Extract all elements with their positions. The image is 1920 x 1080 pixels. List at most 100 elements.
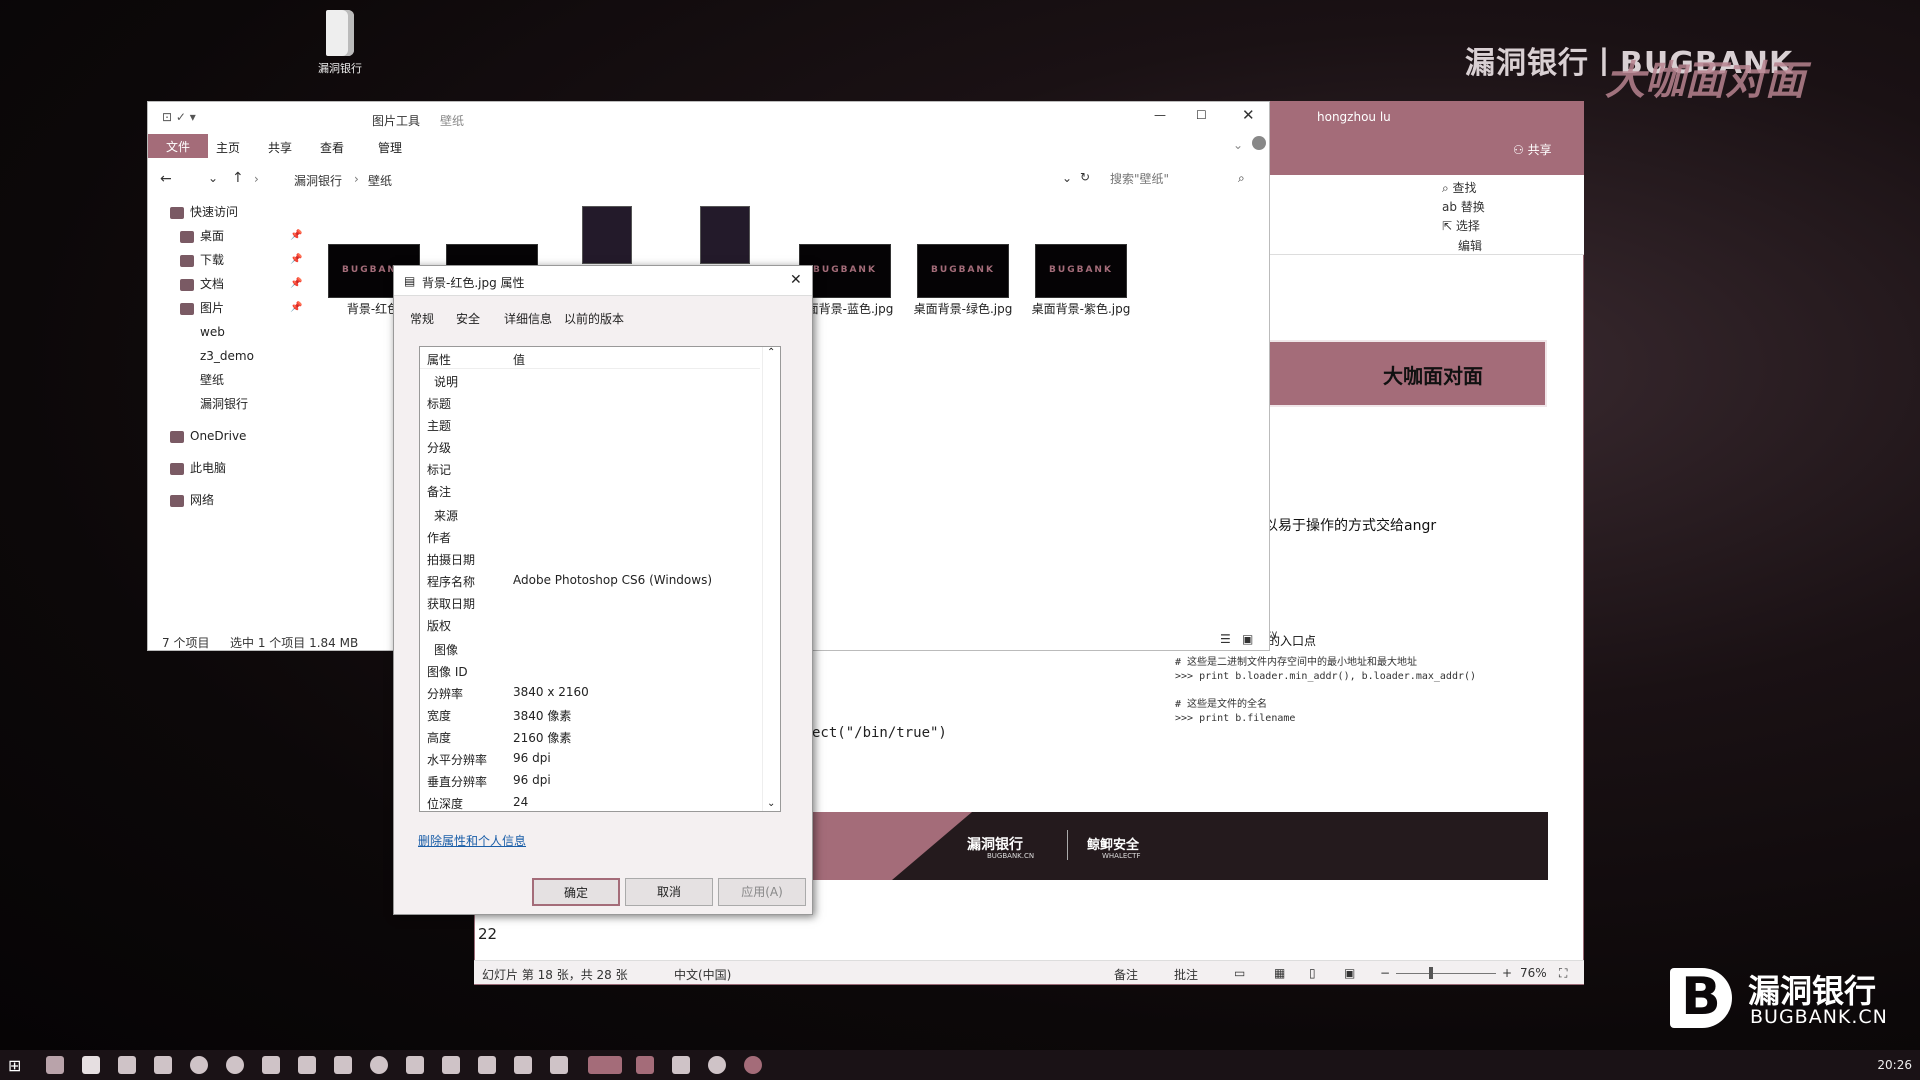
vertical-scrollbar[interactable]: ⌃ ⌄ bbox=[762, 347, 780, 811]
nav-this-pc[interactable]: 此电脑 bbox=[170, 458, 226, 478]
language-indicator[interactable]: 中文(中国) bbox=[674, 966, 731, 983]
property-row[interactable]: 拍摄日期 bbox=[420, 547, 760, 569]
illustrator-icon[interactable] bbox=[298, 1056, 316, 1074]
header-value[interactable]: 值 bbox=[513, 351, 525, 368]
notes-button[interactable]: 备注 bbox=[1114, 966, 1138, 983]
scroll-up-icon[interactable]: ⌃ bbox=[767, 347, 775, 358]
property-row[interactable]: 垂直分辨率 96 dpi bbox=[420, 769, 760, 791]
file-thumbnail[interactable] bbox=[700, 206, 750, 264]
property-row[interactable]: 作者 bbox=[420, 525, 760, 547]
app-icon[interactable] bbox=[708, 1056, 726, 1074]
app-icon[interactable] bbox=[334, 1056, 352, 1074]
ribbon-expand-icon[interactable]: ⌄ bbox=[1233, 138, 1243, 152]
share-button[interactable]: ⚇ 共享 bbox=[1513, 141, 1552, 158]
property-row[interactable]: 版权 bbox=[420, 613, 760, 635]
property-row[interactable]: 来源 bbox=[420, 503, 760, 525]
pin-icon[interactable]: 📌 bbox=[290, 302, 302, 313]
notepad-icon[interactable] bbox=[478, 1056, 496, 1074]
header-key[interactable]: 属性 bbox=[427, 351, 451, 368]
select-button[interactable]: ⇱ 选择 bbox=[1442, 217, 1480, 234]
ok-button[interactable]: 确定 bbox=[532, 878, 620, 906]
firefox-icon[interactable] bbox=[370, 1056, 388, 1074]
remove-properties-link[interactable]: 删除属性和个人信息 bbox=[418, 832, 526, 849]
property-row[interactable]: 获取日期 bbox=[420, 591, 760, 613]
file-thumbnail[interactable]: BUGBANK bbox=[1035, 244, 1127, 298]
editor-icon[interactable] bbox=[514, 1056, 532, 1074]
replace-button[interactable]: ab 替换 bbox=[1442, 198, 1485, 215]
pin-icon[interactable]: 📌 bbox=[290, 278, 302, 289]
nav-item-documents[interactable]: 文档 bbox=[180, 274, 224, 294]
tab-file[interactable]: 文件 bbox=[148, 134, 209, 158]
windows-start-icon[interactable]: ⊞ bbox=[8, 1056, 21, 1075]
zoom-slider-thumb[interactable] bbox=[1429, 967, 1433, 979]
property-row[interactable]: 标题 bbox=[420, 391, 760, 413]
apply-button[interactable]: 应用(A) bbox=[718, 878, 806, 906]
tab-view[interactable]: 查看 bbox=[312, 137, 352, 158]
store-icon[interactable] bbox=[118, 1056, 136, 1074]
property-row[interactable]: 标记 bbox=[420, 457, 760, 479]
fit-slide-icon[interactable]: ⛶ bbox=[1559, 966, 1567, 981]
tab-previous-versions[interactable]: 以前的版本 bbox=[564, 310, 624, 327]
property-row[interactable]: 图像 bbox=[420, 637, 760, 659]
active-app-icon[interactable] bbox=[588, 1056, 622, 1074]
breadcrumb-item[interactable]: 壁纸 bbox=[368, 172, 392, 189]
file-name[interactable]: 桌面背景-绿色.jpg bbox=[908, 300, 1018, 318]
property-row[interactable]: 宽度 3840 像素 bbox=[420, 703, 760, 725]
close-icon[interactable]: ✕ bbox=[1242, 106, 1255, 124]
edge-icon[interactable] bbox=[46, 1056, 64, 1074]
nav-item-bugbank[interactable]: 漏洞银行 bbox=[200, 394, 248, 414]
property-row[interactable]: 备注 bbox=[420, 479, 760, 501]
nav-item-wallpaper[interactable]: 壁纸 bbox=[200, 370, 224, 390]
app-icon[interactable] bbox=[406, 1056, 424, 1074]
app-icon[interactable] bbox=[744, 1056, 762, 1074]
zoom-out-icon[interactable]: − bbox=[1380, 966, 1390, 980]
property-row[interactable]: 说明 bbox=[420, 369, 760, 391]
pin-icon[interactable]: 📌 bbox=[290, 230, 302, 241]
sorter-view-icon[interactable]: ▦ bbox=[1274, 966, 1285, 980]
nav-item-web[interactable]: web bbox=[200, 322, 225, 342]
search-input[interactable] bbox=[1110, 168, 1270, 190]
file-thumbnail[interactable]: BUGBANK bbox=[917, 244, 1009, 298]
tab-manage[interactable]: 管理 bbox=[370, 137, 410, 158]
nav-item-downloads[interactable]: 下载 bbox=[180, 250, 224, 270]
comments-button[interactable]: 批注 bbox=[1174, 966, 1198, 983]
nav-network[interactable]: 网络 bbox=[170, 490, 214, 510]
thumbnail-view-icon[interactable]: ▣ bbox=[1242, 632, 1253, 646]
zoom-slider[interactable] bbox=[1396, 973, 1496, 974]
tab-general[interactable]: 常规 bbox=[410, 310, 434, 327]
account-name[interactable]: hongzhou lu bbox=[1317, 110, 1391, 124]
nav-item-desktop[interactable]: 桌面 bbox=[180, 226, 224, 246]
powerpoint-icon[interactable] bbox=[636, 1056, 654, 1074]
nav-item-z3-demo[interactable]: z3_demo bbox=[200, 346, 254, 366]
chrome-icon[interactable] bbox=[226, 1056, 244, 1074]
property-row[interactable]: 分级 bbox=[420, 435, 760, 457]
property-row[interactable]: 主题 bbox=[420, 413, 760, 435]
clock[interactable]: 20:26 bbox=[1877, 1058, 1912, 1072]
maximize-icon[interactable]: ☐ bbox=[1196, 108, 1207, 122]
address-dropdown-icon[interactable]: ⌄ bbox=[1062, 171, 1072, 185]
tab-home[interactable]: 主页 bbox=[208, 137, 248, 158]
browser-icon[interactable] bbox=[190, 1056, 208, 1074]
reading-view-icon[interactable]: ▯ bbox=[1309, 966, 1316, 980]
details-view-icon[interactable]: ☰ bbox=[1220, 632, 1231, 646]
minimize-icon[interactable]: — bbox=[1154, 108, 1166, 122]
find-button[interactable]: ⌕ 查找 bbox=[1442, 179, 1477, 196]
property-row[interactable]: 水平分辨率 96 dpi bbox=[420, 747, 760, 769]
file-name[interactable]: 桌面背景-紫色.jpg bbox=[1026, 300, 1136, 318]
back-icon[interactable]: ← bbox=[160, 171, 172, 187]
mail-icon[interactable] bbox=[154, 1056, 172, 1074]
tab-details[interactable]: 详细信息 bbox=[504, 310, 552, 327]
tab-share[interactable]: 共享 bbox=[260, 137, 300, 158]
close-icon[interactable]: ✕ bbox=[790, 272, 802, 288]
nav-quick-access[interactable]: 快速访问 bbox=[170, 202, 238, 222]
search-icon[interactable]: ⌕ bbox=[1238, 171, 1245, 186]
photoshop-icon[interactable] bbox=[442, 1056, 460, 1074]
slideshow-icon[interactable]: ▣ bbox=[1344, 966, 1355, 980]
nav-item-pictures[interactable]: 图片 bbox=[180, 298, 224, 318]
pycharm-icon[interactable] bbox=[550, 1056, 568, 1074]
quick-access-toolbar[interactable]: ⊡ ✓ ▾ bbox=[162, 110, 196, 124]
tab-security[interactable]: 安全 bbox=[456, 310, 480, 327]
zoom-level[interactable]: 76% bbox=[1520, 966, 1547, 980]
property-row[interactable]: 分辨率 3840 x 2160 bbox=[420, 681, 760, 703]
breadcrumb-item[interactable]: 漏洞银行 bbox=[294, 172, 342, 189]
